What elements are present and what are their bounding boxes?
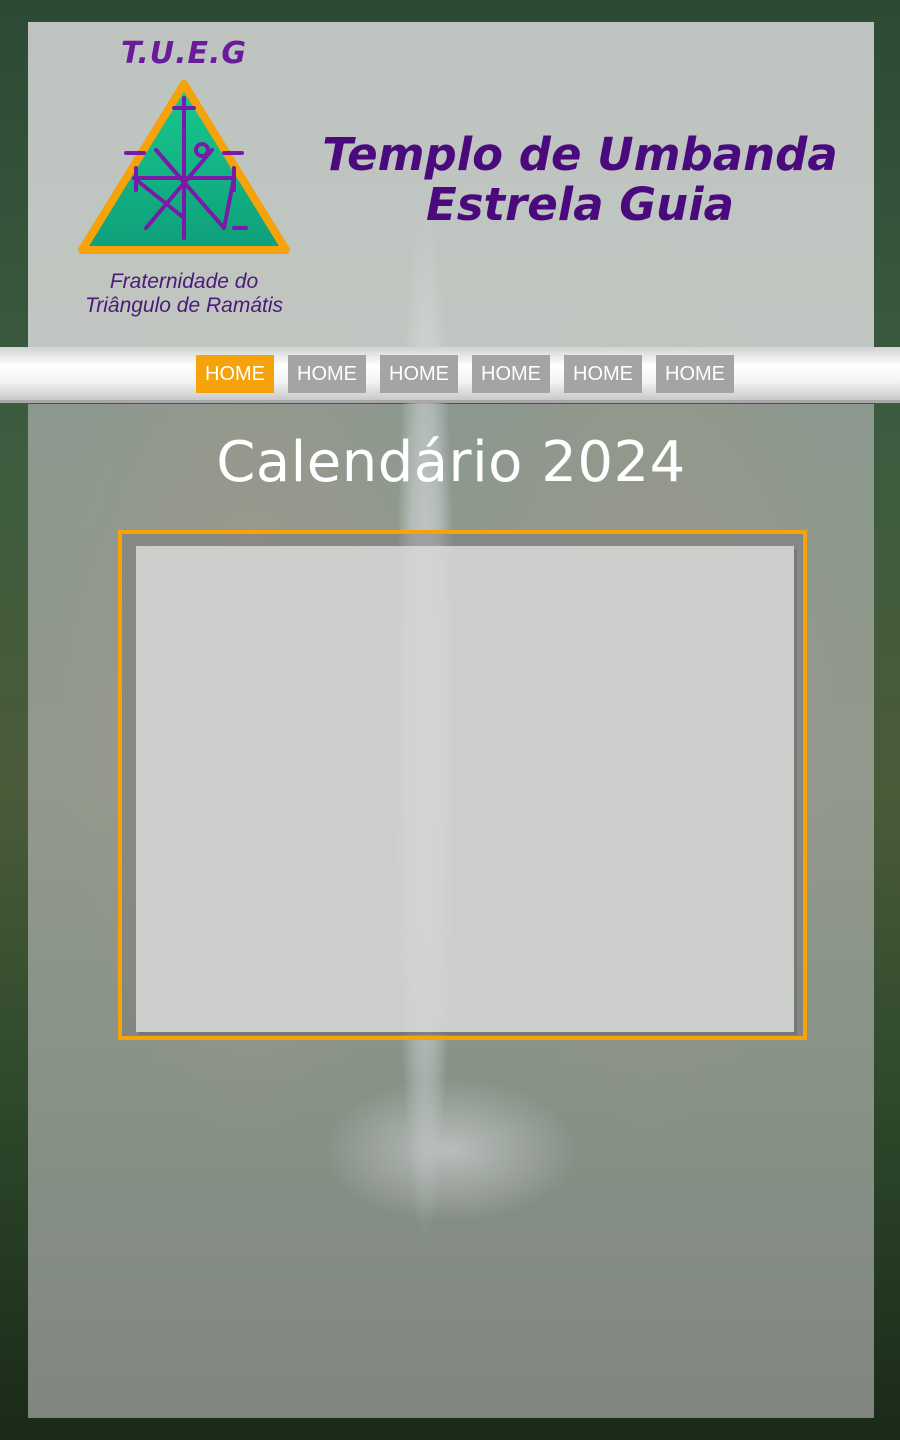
logo-subtitle-line1: Fraternidade do [109,270,259,293]
site-title-line1: Templo de Umbanda [322,128,838,181]
triangle-star-emblem-icon [78,80,290,254]
site-logo[interactable]: T.U.E.G Fraternidade do Triângulo de Ram… [62,36,306,326]
nav-menu: HOME HOME HOME HOME HOME HOME [196,355,734,393]
page-title: Calendário 2024 [216,430,686,495]
nav-item-home-2[interactable]: HOME [288,355,366,393]
logo-subtitle-line2: Triângulo de Ramátis [84,294,284,317]
calendar-embed[interactable] [136,546,794,1032]
nav-item-home-3[interactable]: HOME [380,355,458,393]
logo-subtitle: Fraternidade do Triângulo de Ramátis [62,270,306,318]
calendar-frame [118,530,807,1040]
site-title: Templo de Umbanda Estrela Guia [318,130,842,230]
nav-item-home-1[interactable]: HOME [196,355,274,393]
site-title-line2: Estrela Guia [426,178,734,231]
nav-item-home-5[interactable]: HOME [564,355,642,393]
main-navigation-bar: HOME HOME HOME HOME HOME HOME [0,347,900,403]
nav-item-home-6[interactable]: HOME [656,355,734,393]
nav-item-home-4[interactable]: HOME [472,355,550,393]
logo-abbreviation: T.U.E.G [120,36,248,71]
